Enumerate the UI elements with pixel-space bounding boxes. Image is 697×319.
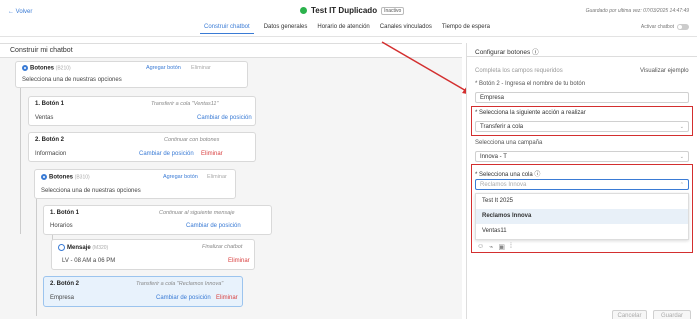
saved-timestamp: Guardado por ultima vez: 07/03/2025 14:4… (585, 8, 689, 14)
queue-label: * Selecciona una cola ⓘ (475, 169, 540, 178)
chevron-down-icon: ⌄ (679, 124, 684, 130)
tab-espera[interactable]: Tiempo de espera (442, 24, 490, 34)
card-note: Continuar con botones (164, 137, 220, 143)
action-select[interactable]: Transferir a cola ⌄ (475, 121, 689, 132)
button-card-1[interactable]: 1. Botón 1 Ventas Transferir a cola "Ven… (28, 96, 256, 126)
cancel-button[interactable]: Cancelar (612, 310, 647, 319)
card-sub: Selecciona una de nuestras opciones (22, 77, 122, 83)
card-sub: Selecciona una de nuestras opciones (41, 188, 141, 194)
card-note: Transferir a cola "Ventas11" (151, 101, 219, 107)
toggle-label: Activar chatbot (640, 24, 674, 30)
queue-option[interactable]: Ventas11 (476, 224, 688, 239)
button-name-input[interactable]: Empresa (475, 92, 689, 103)
add-button-link[interactable]: Agregar botón (146, 65, 181, 71)
chevron-up-icon: ⌃ (679, 182, 684, 188)
card-code: (B310) (74, 174, 90, 181)
campaign-value: Innova - T (480, 154, 507, 160)
reorder-link[interactable]: Cambiar de posición (197, 115, 252, 121)
add-button-link[interactable]: Agregar botón (163, 174, 198, 180)
delete-link[interactable]: Eliminar (191, 65, 211, 71)
tab-canales[interactable]: Canales vinculados (380, 24, 432, 34)
attach-icon[interactable]: ⌁ (489, 243, 493, 251)
action-value: Transferir a cola (480, 124, 524, 130)
toolbar-icons: ☺ ⌁ ▣ ⁞ (477, 243, 512, 251)
queue-option[interactable]: Test It 2025 (476, 194, 688, 209)
card-title: 2. Botón 2 (50, 281, 80, 287)
reorder-link[interactable]: Cambiar de posición (186, 223, 241, 229)
status-badge: Inactivo (381, 6, 405, 15)
title-wrap: Test IT Duplicado Inactivo (300, 6, 405, 15)
button-card-nested-1[interactable]: 1. Botón 1 Horarios Continuar al siguien… (43, 205, 272, 235)
campaign-label: Selecciona una campaña (475, 140, 543, 146)
queue-option-selected[interactable]: Reclamos Innova (476, 209, 688, 224)
config-title: Configurar botones ⓘ (467, 43, 697, 57)
emoji-icon[interactable]: ☺ (477, 243, 484, 251)
tab-bar: Construir chatbot Datos generales Horari… (200, 24, 490, 34)
delete-link[interactable]: Eliminar (207, 174, 227, 180)
card-sub: Ventas (35, 115, 54, 121)
campaign-select[interactable]: Innova - T ⌄ (475, 151, 689, 162)
activate-toggle[interactable] (677, 24, 689, 30)
card-code: (B210) (55, 65, 71, 72)
reorder-link[interactable]: Cambiar de posición (139, 151, 194, 157)
buttons-card-nested[interactable]: Botones (B310) Selecciona una de nuestra… (34, 169, 236, 199)
buttons-card[interactable]: Botones (B210) Selecciona una de nuestra… (15, 61, 248, 88)
queue-placeholder: Reclamos Innova (480, 182, 527, 188)
required-note: Completa los campos requeridos (475, 68, 563, 74)
button-card-selected[interactable]: 2. Botón 2 Empresa Transferir a cola "Re… (43, 276, 243, 307)
card-sub: Empresa (50, 295, 75, 301)
button-name-label: * Botón 2 - Ingresa el nombre de tu botó… (475, 81, 586, 87)
chevron-down-icon: ⌄ (679, 154, 684, 160)
card-title: 1. Botón 1 (35, 101, 65, 107)
card-code: (M320) (92, 245, 109, 252)
variable-icon[interactable]: ⁞ (510, 243, 512, 251)
page-title: Test IT Duplicado (311, 6, 378, 15)
card-title: Mensaje (67, 245, 91, 252)
buttons-node-icon (22, 65, 28, 71)
button-card-2[interactable]: 2. Botón 2 Informacion Continuar con bot… (28, 132, 256, 162)
tab-datos[interactable]: Datos generales (264, 24, 308, 34)
save-button[interactable]: Guardar (653, 310, 691, 319)
queue-label-text: * Selecciona una cola (475, 172, 533, 178)
card-sub: Informacion (35, 151, 67, 157)
card-sub: Horarios (50, 223, 73, 229)
delete-link[interactable]: Eliminar (228, 258, 250, 264)
tab-horario[interactable]: Horario de atención (317, 24, 369, 34)
queue-dropdown: Test It 2025 Reclamos Innova Ventas11 (475, 193, 689, 240)
message-icon (58, 244, 65, 251)
image-icon[interactable]: ▣ (498, 243, 505, 251)
reorder-link[interactable]: Cambiar de posición (156, 295, 211, 301)
card-title: 2. Botón 2 (35, 137, 65, 143)
back-link[interactable]: ← Volver (8, 9, 32, 15)
top-bar: ← Volver Test IT Duplicado Inactivo Guar… (0, 0, 697, 37)
card-note: Finalizar chatbot (202, 244, 243, 250)
card-title: Botones (30, 65, 54, 72)
annotation-arrow (381, 41, 472, 95)
config-panel: Configurar botones ⓘ Completa los campos… (466, 43, 697, 319)
delete-link[interactable]: Eliminar (216, 295, 238, 301)
delete-link[interactable]: Eliminar (201, 151, 223, 157)
card-note: Continuar al siguiente mensaje (159, 210, 235, 216)
activate-toggle-wrap: Activar chatbot (641, 24, 689, 30)
buttons-node-icon (41, 174, 47, 180)
card-title: Botones (49, 174, 73, 181)
queue-select[interactable]: Reclamos Innova ⌃ (475, 179, 689, 190)
connector-line (20, 74, 21, 234)
message-card[interactable]: Mensaje (M320) LV - 08 AM a 06 PM Finali… (51, 239, 255, 270)
preview-link[interactable]: Visualizar ejemplo (640, 68, 689, 74)
card-title: 1. Botón 1 (50, 210, 80, 216)
action-label: * Selecciona la siguiente acción a reali… (475, 110, 586, 116)
whatsapp-icon (300, 7, 307, 14)
info-icon: ⓘ (534, 172, 541, 178)
card-sub: LV - 08 AM a 06 PM (62, 258, 116, 264)
tab-construir[interactable]: Construir chatbot (200, 24, 254, 34)
card-note: Transferir a cola "Reclamos Innova" (136, 281, 224, 287)
